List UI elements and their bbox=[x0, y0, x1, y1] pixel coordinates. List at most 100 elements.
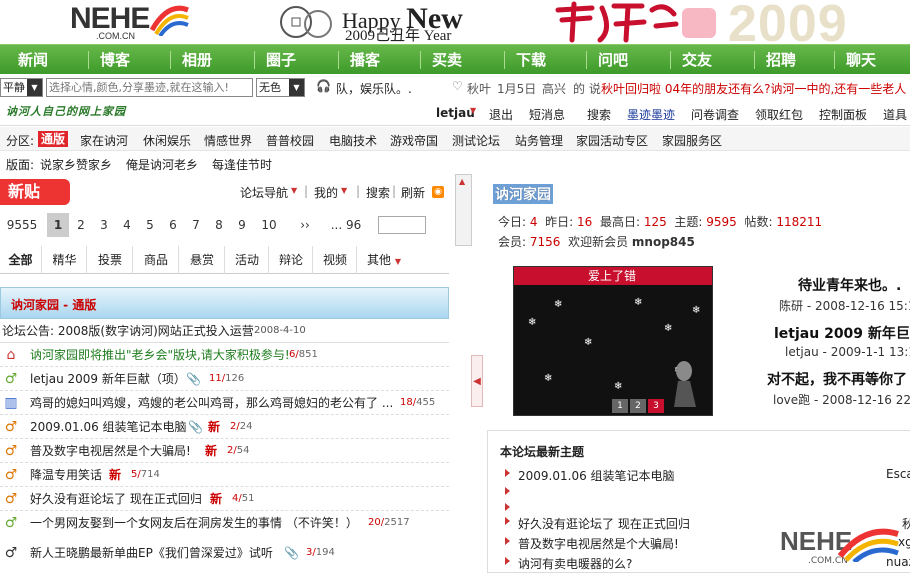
nav-album[interactable]: 相册 bbox=[182, 45, 212, 75]
featured-title[interactable]: 待业青年来也。. bbox=[798, 275, 901, 295]
board-item[interactable]: 每逢佳节时 bbox=[212, 156, 272, 173]
thread-row[interactable]: ♂ 好久没有逛论坛了 现在正式回归 新 4/51 bbox=[0, 487, 449, 511]
page-link[interactable]: 3 bbox=[93, 213, 115, 237]
mood-input[interactable] bbox=[46, 78, 253, 97]
forum-name[interactable]: 讷河家园 - 通版 bbox=[11, 296, 96, 313]
messages-link[interactable]: 短消息 bbox=[529, 106, 565, 123]
thread-row[interactable]: ♂ letjau 2009 新年巨献（项） 📎 11/126 bbox=[0, 367, 449, 391]
latest-topic[interactable]: 好久没有逛论坛了 现在正式回归 bbox=[518, 515, 690, 532]
board-item[interactable]: 俺是讷河老乡 bbox=[126, 156, 198, 173]
page-link[interactable]: 5 bbox=[139, 213, 161, 237]
featured-title[interactable]: letjau 2009 新年巨献 bbox=[774, 323, 910, 343]
new-member-link[interactable]: mnop845 bbox=[632, 235, 695, 249]
slide-page[interactable]: 2 bbox=[630, 399, 646, 413]
zone-item[interactable]: 测试论坛 bbox=[452, 132, 500, 149]
redpacket-link[interactable]: 领取红包 bbox=[755, 106, 803, 123]
color-select[interactable]: 无色 ▼ bbox=[256, 78, 305, 97]
last-page[interactable]: ... 96 bbox=[326, 213, 366, 237]
tab-poll[interactable]: 投票 bbox=[88, 246, 133, 274]
featured-title[interactable]: 对不起，我不再等你了 bbox=[767, 369, 907, 389]
zone-item[interactable]: 家在讷河 bbox=[80, 132, 128, 149]
page-link[interactable]: 10 bbox=[255, 213, 283, 237]
latest-topic[interactable]: 普及数字电视居然是个大骗局! bbox=[518, 535, 679, 552]
scrollbar[interactable]: ▲ bbox=[455, 174, 472, 246]
zone-item[interactable]: 游戏帝国 bbox=[390, 132, 438, 149]
zone-item[interactable]: 家园服务区 bbox=[662, 132, 722, 149]
zone-item[interactable]: 休闲娱乐 bbox=[143, 132, 191, 149]
logout-link[interactable]: 退出 bbox=[489, 106, 513, 123]
latest-topic-author[interactable]: Esca bbox=[886, 467, 910, 481]
tab-all[interactable]: 全部 bbox=[0, 246, 42, 274]
zone-item[interactable]: 情感世界 bbox=[204, 132, 252, 149]
search-link[interactable]: 搜索 bbox=[366, 184, 390, 201]
zone-item[interactable]: 电脑技术 bbox=[329, 132, 377, 149]
latest-topic[interactable]: 2009.01.06 组装笔记本电脑 bbox=[518, 467, 675, 484]
new-post-button[interactable]: 新贴 bbox=[0, 179, 70, 205]
tab-reward[interactable]: 悬赏 bbox=[180, 246, 225, 274]
tab-other[interactable]: 其他 ▼ bbox=[358, 246, 410, 274]
latest-topic[interactable]: 讷河有卖电暖器的么? bbox=[518, 555, 632, 572]
nav-ask[interactable]: 问吧 bbox=[598, 45, 628, 75]
page-link[interactable]: 9 bbox=[231, 213, 253, 237]
zone-item[interactable]: 家园活动专区 bbox=[576, 132, 648, 149]
page-link[interactable]: 6 bbox=[162, 213, 184, 237]
thread-title[interactable]: 讷河家园即将推出"老乡会"版块,请大家积极参与! bbox=[30, 343, 290, 366]
zone-hot[interactable]: 通版 bbox=[38, 131, 69, 147]
thread-row[interactable]: ♂ 普及数字电视居然是个大骗局! 新 2/54 bbox=[0, 439, 449, 463]
nav-friends[interactable]: 交友 bbox=[682, 45, 712, 75]
current-user[interactable]: letjau bbox=[436, 106, 475, 120]
nav-blog[interactable]: 博客 bbox=[100, 45, 130, 75]
tab-goods[interactable]: 商品 bbox=[134, 246, 179, 274]
mood-select[interactable]: 平静 ▼ bbox=[0, 78, 43, 97]
forum-title[interactable]: 讷河家园 bbox=[493, 184, 553, 204]
mojimoji-link[interactable]: 墨迹墨迹 bbox=[627, 106, 675, 123]
thread-row[interactable]: ♂ 降温专用笑话 新 5/714 bbox=[0, 463, 449, 487]
refresh-link[interactable]: 刷新 bbox=[401, 184, 425, 201]
tab-debate[interactable]: 辩论 bbox=[270, 246, 313, 274]
board-item[interactable]: 说家乡赞家乡 bbox=[40, 156, 112, 173]
search-link[interactable]: 搜索 bbox=[587, 106, 611, 123]
nav-circle[interactable]: 圈子 bbox=[266, 45, 296, 75]
zone-item[interactable]: 站务管理 bbox=[515, 132, 563, 149]
thread-row[interactable]: ⌂ 讷河家园即将推出"老乡会"版块,请大家积极参与! 6/851 bbox=[0, 343, 449, 367]
nav-chat[interactable]: 聊天 bbox=[846, 45, 876, 75]
thread-title[interactable]: 新人王晓鹏最新单曲EP《我们曾深爱过》试听 bbox=[30, 541, 273, 565]
thread-title[interactable]: 鸡哥的媳妇叫鸡嫂，鸡嫂的老公叫鸡哥，那么鸡哥媳妇的老公有了 ... bbox=[30, 391, 398, 414]
thread-row[interactable]: ♂ 新人王晓鹏最新单曲EP《我们曾深爱过》试听 📎 3/194 bbox=[0, 541, 449, 565]
page-link[interactable]: 4 bbox=[116, 213, 138, 237]
thread-title[interactable]: 好久没有逛论坛了 现在正式回归 bbox=[30, 487, 202, 510]
nav-news[interactable]: 新闻 bbox=[18, 45, 48, 75]
tools-link[interactable]: 道具 bbox=[883, 106, 907, 123]
thread-title[interactable]: letjau 2009 新年巨献（项） bbox=[30, 367, 186, 390]
rss-icon[interactable]: ◉ bbox=[432, 186, 444, 198]
thread-title[interactable]: 一个男网友娶到一个女网友后在洞房发生的事情 （不许笑！） bbox=[30, 511, 358, 535]
page-link[interactable]: 7 bbox=[185, 213, 207, 237]
thread-title[interactable]: 降温专用笑话 bbox=[30, 463, 102, 486]
tab-video[interactable]: 视频 bbox=[314, 246, 357, 274]
page-1[interactable]: 1 bbox=[47, 213, 69, 237]
control-panel-link[interactable]: 控制面板 bbox=[819, 106, 867, 123]
thread-row[interactable]: ▥ 鸡哥的媳妇叫鸡嫂，鸡嫂的老公叫鸡哥，那么鸡哥媳妇的老公有了 ... 18/4… bbox=[0, 391, 449, 415]
tab-activity[interactable]: 活动 bbox=[226, 246, 269, 274]
nav-jobs[interactable]: 招聘 bbox=[766, 45, 796, 75]
zone-item[interactable]: 普普校园 bbox=[266, 132, 314, 149]
page-link[interactable]: 2 bbox=[70, 213, 92, 237]
tab-digest[interactable]: 精华 bbox=[43, 246, 87, 274]
slide-page[interactable]: 1 bbox=[612, 399, 628, 413]
latest-topic-author[interactable]: 秋 bbox=[902, 515, 910, 532]
ticker-message[interactable]: 秋叶回归啦 04年的朋友还有么?讷河一中的,还有一些老人 bbox=[601, 80, 910, 97]
collapse-sidebar-button[interactable]: ◀ bbox=[471, 355, 483, 407]
ticker-user[interactable]: 秋叶 bbox=[467, 80, 491, 97]
thread-row[interactable]: ♂ 2009.01.06 组装笔记本电脑 📎 新 2/24 bbox=[0, 415, 449, 439]
nav-download[interactable]: 下载 bbox=[516, 45, 546, 75]
next-page[interactable]: ›› bbox=[292, 213, 318, 237]
thread-row[interactable]: ♂ 一个男网友娶到一个女网友后在洞房发生的事情 （不许笑！） 20/2517 bbox=[0, 511, 449, 535]
thread-title[interactable]: 2009.01.06 组装笔记本电脑 bbox=[30, 415, 187, 438]
nav-podcast[interactable]: 播客 bbox=[350, 45, 380, 75]
scroll-up-icon[interactable]: ▲ bbox=[459, 177, 465, 186]
announcement-title[interactable]: 论坛公告: 2008版(数字讷河)网站正式投入运营 bbox=[2, 319, 254, 342]
slide-page-active[interactable]: 3 bbox=[648, 399, 664, 413]
page-jump-input[interactable] bbox=[378, 216, 426, 234]
thread-title[interactable]: 普及数字电视居然是个大骗局! bbox=[30, 439, 191, 462]
my-link[interactable]: 我的 bbox=[314, 184, 338, 201]
